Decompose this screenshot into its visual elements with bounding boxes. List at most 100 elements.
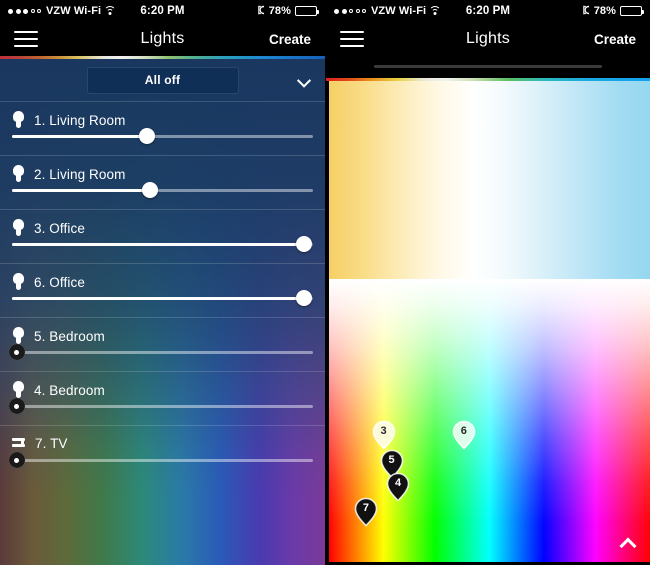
page-title: Lights — [140, 30, 185, 47]
light-row[interactable]: 2. Living Room — [0, 155, 325, 209]
create-button[interactable]: Create — [269, 32, 311, 47]
carrier-label: VZW Wi-Fi — [46, 5, 102, 17]
hamburger-menu-icon[interactable] — [14, 31, 38, 47]
all-off-button[interactable]: All off — [86, 66, 239, 94]
slider-track — [12, 297, 313, 300]
slider-track — [12, 243, 313, 246]
chevron-up-icon[interactable] — [620, 538, 636, 548]
status-bar-left: VZW Wi-Fi 6:20 PM ꗫ 78% — [0, 0, 325, 22]
slider-knob[interactable] — [8, 343, 25, 361]
color-marker[interactable]: 7 — [354, 497, 378, 529]
signal-dot-empty — [30, 9, 35, 13]
marker-number-label: 7 — [362, 502, 369, 515]
light-row-header: 5. Bedroom — [12, 318, 313, 345]
slider-knob[interactable] — [8, 451, 25, 469]
brightness-slider[interactable] — [12, 128, 313, 144]
light-strip-icon — [12, 435, 26, 451]
marker-tip-icon — [395, 493, 401, 500]
signal-dot — [23, 8, 28, 14]
light-name-label: 6. Office — [34, 274, 85, 290]
slider-track — [12, 459, 313, 462]
signal-dot — [334, 8, 339, 14]
signal-dot — [341, 8, 347, 14]
signal-dot — [8, 8, 13, 14]
drag-handle[interactable] — [374, 65, 602, 68]
battery-percent-label: 78% — [593, 5, 617, 17]
nav-right-group: Create — [184, 32, 311, 47]
brightness-slider[interactable] — [12, 236, 313, 252]
marker-number-label: 5 — [388, 454, 395, 467]
light-row[interactable]: 7. TV — [0, 425, 325, 479]
light-name-label: 1. Living Room — [34, 112, 126, 128]
light-name-label: 2. Living Room — [34, 166, 126, 182]
color-marker[interactable]: 3 — [372, 420, 396, 452]
light-row[interactable]: 1. Living Room — [0, 101, 325, 155]
all-off-header-row: All off — [0, 59, 325, 101]
light-row-header: 2. Living Room — [12, 156, 313, 183]
lights-scroll-area: All off 1. Living Room 2. Living Room 3. O… — [0, 59, 325, 479]
slider-knob[interactable] — [295, 236, 312, 252]
light-row[interactable]: 4. Bedroom — [0, 371, 325, 425]
clock-label: 6:20 PM — [465, 5, 511, 17]
signal-dot-empty — [37, 9, 41, 13]
light-row[interactable]: 6. Office — [0, 263, 325, 317]
slider-track — [12, 135, 313, 138]
rainbow-divider-right — [326, 78, 650, 81]
light-row[interactable]: 5. Bedroom — [0, 317, 325, 371]
dual-screen-comparison: VZW Wi-Fi 6:20 PM ꗫ 78% Lights Create Al… — [0, 0, 650, 565]
nav-right-group: Create — [510, 32, 636, 47]
slider-fill — [12, 135, 148, 138]
create-button[interactable]: Create — [594, 32, 636, 47]
marker-number-label: 6 — [460, 424, 467, 437]
light-name-label: 5. Bedroom — [34, 328, 105, 344]
nav-left-group — [14, 31, 141, 47]
brightness-slider[interactable] — [12, 182, 313, 198]
nav-bar-right: Lights Create — [326, 22, 650, 56]
color-temperature-gradient[interactable] — [329, 80, 650, 279]
wifi-icon — [429, 6, 442, 16]
hue-saturation-gradient[interactable]: 3 6 5 4 7 — [329, 279, 650, 562]
bulb-icon — [12, 381, 25, 399]
clock-label: 6:20 PM — [140, 5, 185, 17]
rainbow-divider-left — [0, 56, 325, 59]
bulb-icon — [12, 327, 25, 345]
light-name-label: 3. Office — [34, 220, 85, 236]
light-name-label: 7. TV — [35, 435, 68, 451]
slider-knob[interactable] — [295, 290, 312, 306]
light-row-header: 1. Living Room — [12, 102, 313, 129]
bluetooth-icon: ꗫ — [257, 4, 265, 17]
marker-number-label: 3 — [380, 424, 387, 437]
carrier-label: VZW Wi-Fi — [371, 5, 427, 17]
slider-fill — [12, 243, 304, 246]
slider-knob[interactable] — [142, 182, 159, 198]
battery-icon — [295, 6, 320, 16]
color-marker[interactable]: 4 — [386, 472, 410, 504]
status-right-group: ꗫ 78% — [510, 5, 645, 17]
slider-track — [12, 351, 313, 354]
bulb-icon — [12, 273, 25, 291]
light-rows-container: 1. Living Room 2. Living Room 3. Office 6. … — [0, 101, 325, 479]
bulb-icon — [12, 165, 25, 183]
slider-knob[interactable] — [8, 397, 25, 415]
color-picker-panel: 3 6 5 4 7 — [326, 56, 650, 562]
nav-bar-left: Lights Create — [0, 22, 325, 56]
slider-fill — [12, 189, 151, 192]
brightness-slider[interactable] — [8, 397, 313, 415]
signal-dot-empty — [362, 9, 366, 13]
brightness-slider[interactable] — [8, 451, 313, 469]
brightness-slider[interactable] — [8, 343, 313, 361]
signal-strength-dots — [334, 8, 366, 14]
signal-dot — [15, 8, 21, 14]
chevron-down-icon[interactable] — [298, 76, 311, 84]
bulb-icon — [12, 111, 25, 129]
light-row[interactable]: 3. Office — [0, 209, 325, 263]
color-marker[interactable]: 6 — [452, 420, 476, 452]
signal-dot-empty — [355, 9, 360, 13]
slider-fill — [12, 297, 304, 300]
status-left-group: VZW Wi-Fi — [334, 5, 466, 17]
hamburger-menu-icon[interactable] — [340, 31, 364, 47]
brightness-slider[interactable] — [12, 290, 313, 306]
battery-icon — [620, 6, 645, 16]
slider-knob[interactable] — [139, 128, 156, 144]
light-row-header: 6. Office — [12, 264, 313, 291]
